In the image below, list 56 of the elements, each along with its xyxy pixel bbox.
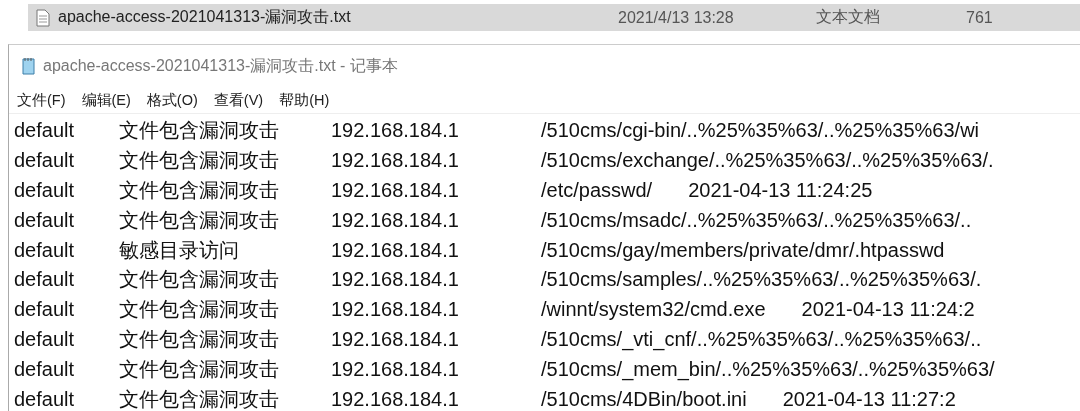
log-text: 192.168.184.1 bbox=[331, 298, 460, 322]
log-text: 文件包含漏洞攻击 bbox=[119, 356, 280, 382]
file-row[interactable]: apache-access-2021041313-漏洞攻击.txt 2021/4/13 13:28 文本文档 761 bbox=[28, 4, 1080, 31]
log-text: 192.168.184.1 bbox=[331, 357, 460, 381]
log-text: 文件包含漏洞攻击 bbox=[119, 267, 280, 293]
log-text: default bbox=[14, 119, 76, 143]
notepad-icon bbox=[21, 57, 37, 75]
log-text: default bbox=[14, 238, 76, 262]
log-text: 192.168.184.1 bbox=[331, 149, 460, 173]
log-text: default bbox=[14, 298, 76, 322]
file-date: 2021/4/13 13:28 bbox=[618, 8, 735, 27]
log-text: 文件包含漏洞攻击 bbox=[119, 207, 280, 233]
window-title: apache-access-2021041313-漏洞攻击.txt - 记事本 bbox=[43, 55, 398, 76]
log-text: default bbox=[14, 327, 76, 351]
text-file-icon bbox=[36, 8, 50, 27]
log-text: 192.168.184.1 bbox=[331, 387, 460, 411]
log-text: /510cms/4DBin/boot.ini bbox=[541, 387, 747, 411]
log-text: 192.168.184.1 bbox=[331, 119, 460, 143]
log-text: default bbox=[14, 387, 76, 411]
file-size: 761 bbox=[966, 8, 993, 27]
log-text: /510cms/cgi-bin/..%25%35%63/..%25%35%63/wi bbox=[541, 119, 980, 143]
menu-item[interactable]: 格式(O) bbox=[146, 90, 198, 110]
log-text: /510cms/gay/members/private/dmr/.htpasswd bbox=[541, 238, 945, 262]
log-text: 2021-04-13 11:24:2 bbox=[801, 298, 975, 322]
log-text: 192.168.184.1 bbox=[331, 268, 460, 292]
log-text: 192.168.184.1 bbox=[331, 179, 460, 202]
file-name: apache-access-2021041313-漏洞攻击.txt bbox=[58, 7, 352, 27]
log-text: 文件包含漏洞攻击 bbox=[119, 297, 280, 323]
log-text: /etc/passwd/ bbox=[541, 179, 653, 202]
log-text: 文件包含漏洞攻击 bbox=[119, 386, 280, 411]
log-text: default bbox=[14, 268, 76, 292]
log-text: /510cms/_mem_bin/..%25%35%63/..%25%35%63/ bbox=[541, 357, 995, 381]
log-text: default bbox=[14, 179, 76, 202]
log-text: 文件包含漏洞攻击 bbox=[119, 118, 280, 144]
log-text: default bbox=[14, 208, 76, 232]
log-text: 敏感目录访问 bbox=[119, 237, 240, 263]
log-text: 192.168.184.1 bbox=[331, 327, 460, 351]
log-text: 文件包含漏洞攻击 bbox=[119, 178, 280, 203]
log-text: /510cms/_vti_cnf/..%25%35%63/..%25%35%63/.. bbox=[541, 327, 982, 351]
log-text: 192.168.184.1 bbox=[331, 208, 460, 232]
log-text: default bbox=[14, 149, 76, 173]
menu-item[interactable]: 帮助(H) bbox=[279, 90, 330, 110]
menu-item[interactable]: 查看(V) bbox=[213, 90, 264, 110]
log-text: default bbox=[14, 357, 76, 381]
log-text: 文件包含漏洞攻击 bbox=[119, 326, 280, 352]
menu-item[interactable]: 编辑(E) bbox=[81, 90, 131, 110]
log-text: 192.168.184.1 bbox=[331, 238, 460, 262]
menu-item[interactable]: 文件(F) bbox=[17, 90, 66, 110]
log-text: /winnt/system32/cmd.exe bbox=[541, 298, 766, 322]
file-type: 文本文档 bbox=[816, 7, 881, 27]
log-text: 2021-04-13 11:24:25 bbox=[688, 179, 873, 202]
log-text: /510cms/samples/..%25%35%63/..%25%35%63/. bbox=[541, 268, 982, 292]
log-text: /510cms/msadc/..%25%35%63/..%25%35%63/.. bbox=[541, 208, 972, 232]
log-text: /510cms/exchange/..%25%35%63/..%25%35%63/. bbox=[541, 149, 994, 173]
log-text: 2021-04-13 11:27:2 bbox=[782, 387, 956, 411]
log-text: 文件包含漏洞攻击 bbox=[119, 148, 280, 174]
